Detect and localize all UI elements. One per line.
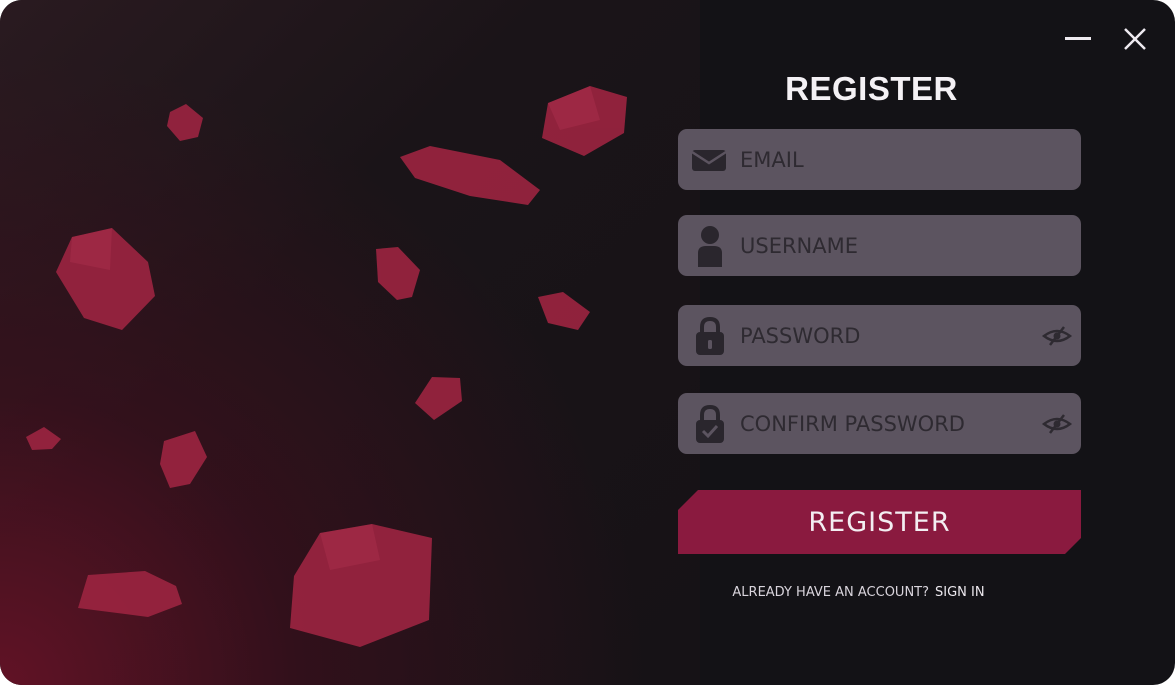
gem-shape — [167, 104, 203, 141]
envelope-icon — [692, 129, 728, 190]
gem-shape — [160, 431, 207, 488]
user-icon — [692, 215, 728, 276]
close-icon — [1124, 28, 1146, 50]
email-input[interactable] — [740, 129, 1030, 190]
close-button[interactable] — [1119, 24, 1151, 54]
gem-shape — [538, 292, 590, 330]
gem-shape — [26, 427, 61, 450]
signin-row: ALREADY HAVE AN ACCOUNT? SIGN IN — [678, 585, 1039, 600]
confirm-password-visibility-toggle[interactable] — [1041, 393, 1073, 454]
gem-shape — [415, 377, 462, 420]
signin-prompt: ALREADY HAVE AN ACCOUNT? — [732, 585, 930, 600]
eye-slash-icon — [1042, 325, 1072, 346]
confirm-password-input[interactable] — [740, 393, 1030, 454]
signin-link[interactable]: SIGN IN — [935, 585, 985, 600]
password-visibility-toggle[interactable] — [1041, 305, 1073, 366]
email-field[interactable] — [678, 129, 1081, 190]
register-button[interactable]: REGISTER — [678, 490, 1081, 554]
confirm-password-field[interactable] — [678, 393, 1081, 454]
password-input[interactable] — [740, 305, 1030, 366]
minimize-button[interactable] — [1062, 24, 1094, 54]
lock-icon — [692, 305, 728, 366]
username-input[interactable] — [740, 215, 1030, 276]
page-title: REGISTER — [785, 70, 958, 107]
password-field[interactable] — [678, 305, 1081, 366]
register-window: REGISTER EMAIL USERNAME REGISTER ALREADY… — [0, 0, 1175, 685]
gem-shape — [376, 247, 420, 300]
lock-check-icon — [692, 393, 728, 454]
username-field[interactable] — [678, 215, 1081, 276]
decorative-gems — [26, 86, 627, 647]
gem-shape — [78, 571, 182, 617]
minimize-icon — [1065, 37, 1091, 40]
gem-shape — [400, 146, 540, 205]
eye-slash-icon — [1042, 413, 1072, 434]
